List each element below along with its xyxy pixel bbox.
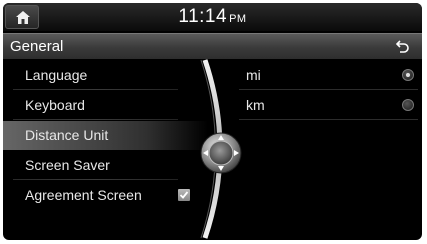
joystick-knob-icon (200, 132, 242, 174)
radio-unselected-icon[interactable] (402, 99, 414, 111)
title-bar: General (3, 33, 422, 59)
option-label: mi (246, 67, 261, 83)
screen-frame: 11:14 PM General Language Keyboard Distan… (3, 3, 422, 240)
back-arrow-icon (395, 40, 409, 53)
radio-selected-icon[interactable] (402, 69, 414, 81)
option-km[interactable]: km (235, 91, 422, 120)
divider (239, 119, 418, 120)
divider (239, 89, 418, 90)
joystick-knob[interactable] (199, 131, 243, 175)
back-button[interactable] (395, 39, 410, 58)
status-bar: 11:14 PM (3, 3, 422, 31)
clock: 11:14 PM (3, 6, 422, 28)
option-label: km (246, 97, 265, 113)
clock-time: 11:14 (178, 6, 228, 27)
option-mi[interactable]: mi (235, 61, 422, 90)
clock-ampm: PM (229, 13, 247, 25)
page-title: General (10, 38, 64, 55)
